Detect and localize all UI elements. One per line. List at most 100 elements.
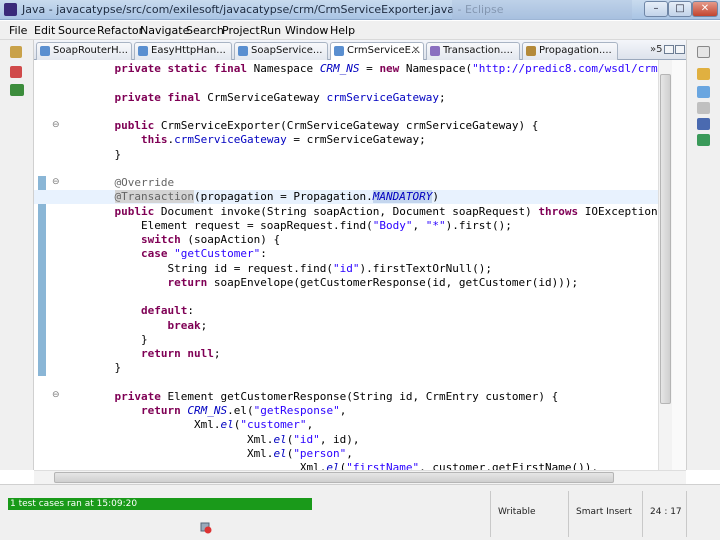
code-line: } <box>88 361 658 375</box>
tab-easy-http-handler[interactable]: EasyHttpHan... <box>134 42 232 60</box>
minimize-editor-icon[interactable] <box>664 45 674 54</box>
code-token: ) <box>432 190 440 204</box>
code-token: default <box>140 304 188 318</box>
tab-overflow-indicator[interactable]: »5 <box>650 44 662 55</box>
code-token: String id = request.find( <box>88 261 334 275</box>
error-log-icon[interactable] <box>200 522 212 534</box>
maximize-editor-icon[interactable] <box>675 45 685 54</box>
code-line: this.crmServiceGateway = crmServiceGatew… <box>88 133 658 147</box>
code-token: "Body" <box>372 218 413 232</box>
close-window-button[interactable]: ✕ <box>692 1 718 17</box>
package-explorer-icon[interactable] <box>10 46 22 58</box>
code-token: public <box>114 119 155 132</box>
call-hierarchy-icon[interactable] <box>697 134 710 146</box>
code-line: Xml.el("person", <box>88 447 658 461</box>
junit-icon[interactable] <box>10 84 24 96</box>
code-token: , id), <box>319 432 360 446</box>
hierarchy-icon[interactable] <box>10 66 22 78</box>
code-line: return CRM_NS.el("getResponse", <box>88 404 658 418</box>
horizontal-scroll-thumb[interactable] <box>54 472 614 483</box>
code-line: } <box>88 333 658 347</box>
code-token: .el( <box>227 404 254 417</box>
code-token: } <box>88 361 122 375</box>
overview-ruler <box>672 60 686 470</box>
code-line: @Override <box>88 176 658 190</box>
java-file-icon <box>40 46 50 56</box>
menu-search[interactable]: Search <box>186 24 224 37</box>
menu-window[interactable]: Window <box>285 24 328 37</box>
code-line: switch (soapAction) { <box>88 233 658 247</box>
code-line: ​ <box>88 105 658 119</box>
tab-label: SoapRouterH... <box>53 45 128 56</box>
cursor-position-status: 24 : 17 <box>650 507 682 517</box>
status-bar: 1 test cases ran at 15:09:20 Writable Sm… <box>0 484 720 540</box>
tab-soap-service[interactable]: SoapService... <box>234 42 328 60</box>
tab-label: CrmServiceE... <box>347 45 421 56</box>
fold-toggle-icon[interactable]: ⊖ <box>52 177 60 187</box>
code-line: default: <box>88 304 658 318</box>
code-token: Xml. <box>88 446 274 460</box>
writable-status: Writable <box>498 507 536 517</box>
code-line: private Element getCustomerResponse(Stri… <box>88 390 658 404</box>
javadoc-icon[interactable] <box>697 102 710 114</box>
code-line: return soapEnvelope(getCustomerResponse(… <box>88 276 658 290</box>
code-token: Element getCustomerResponse(String id, C… <box>160 389 559 403</box>
code-token: throws <box>538 204 579 218</box>
menu-project[interactable]: Project <box>222 24 260 37</box>
code-token: = <box>359 62 380 75</box>
menu-refactor[interactable]: Refactor <box>97 24 143 37</box>
outline-icon[interactable] <box>697 68 710 80</box>
fold-toggle-icon[interactable]: ⊖ <box>52 390 60 400</box>
code-line: String id = request.find("id").firstText… <box>88 262 658 276</box>
at-sign-icon[interactable] <box>697 86 710 98</box>
menu-navigate[interactable]: Navigate <box>140 24 189 37</box>
code-line: ​ <box>88 162 658 176</box>
code-line: Xml.el("customer", <box>88 418 658 432</box>
menu-help[interactable]: Help <box>330 24 355 37</box>
maximize-button[interactable]: □ <box>668 1 692 17</box>
close-tab-icon[interactable]: ✕ <box>412 43 420 59</box>
code-token: el <box>273 432 287 446</box>
editor-vertical-scrollbar[interactable] <box>658 60 672 470</box>
menu-bar: File Edit Source Refactor Navigate Searc… <box>0 21 720 40</box>
code-token: Namespace( <box>399 62 473 75</box>
menu-run[interactable]: Run <box>260 24 281 37</box>
restore-icon[interactable] <box>697 46 710 58</box>
code-token: private static final <box>114 62 247 75</box>
code-line: case "getCustomer": <box>88 247 658 261</box>
declaration-icon[interactable] <box>697 118 710 130</box>
minimize-button[interactable]: – <box>644 1 668 17</box>
code-line: Element request = soapRequest.find("Body… <box>88 219 658 233</box>
menu-source[interactable]: Source <box>58 24 96 37</box>
enum-file-icon <box>526 46 536 56</box>
left-trim-toolbar <box>0 40 34 470</box>
code-token: public <box>114 204 155 218</box>
tab-propagation[interactable]: Propagation.... <box>522 42 618 60</box>
code-token: el <box>326 461 340 470</box>
code-editor[interactable]: ⊖ ⊖ ⊖ private static final Namespace CRM… <box>34 60 658 470</box>
status-divider <box>686 491 687 537</box>
tab-transaction[interactable]: Transaction.... <box>426 42 520 60</box>
change-marker-bar <box>38 176 46 376</box>
code-line: return null; <box>88 347 658 361</box>
tab-crm-service-exporter[interactable]: CrmServiceE... ✕ <box>330 42 424 61</box>
fold-toggle-icon[interactable]: ⊖ <box>52 120 60 130</box>
code-line: Xml.el("firstName", customer.getFirstNam… <box>88 461 658 470</box>
menu-edit[interactable]: Edit <box>34 24 55 37</box>
code-token: } <box>88 332 148 346</box>
tab-soap-router-handler[interactable]: SoapRouterH... <box>36 42 132 60</box>
scroll-thumb[interactable] <box>660 74 671 404</box>
code-token: (propagation = Propagation. <box>193 190 373 204</box>
menu-file[interactable]: File <box>9 24 27 37</box>
editor-horizontal-scrollbar[interactable] <box>34 470 686 484</box>
code-token: "getResponse" <box>253 404 340 417</box>
code-token: @Transaction <box>114 190 194 204</box>
